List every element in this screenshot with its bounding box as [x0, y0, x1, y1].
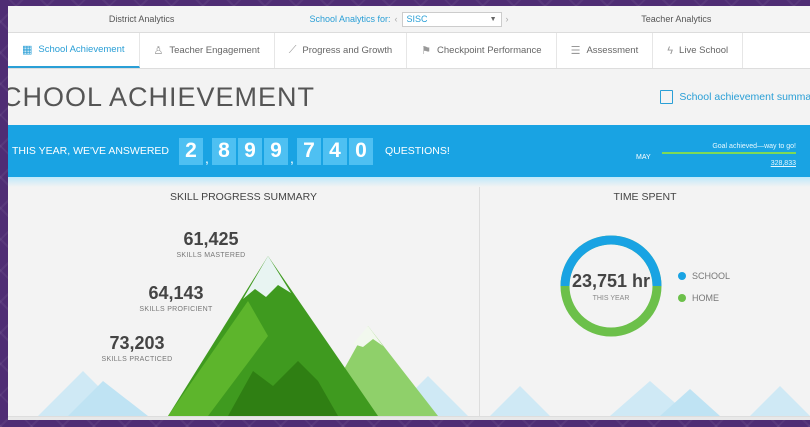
counter-digit: 4 — [323, 137, 348, 165]
counter-digit: 2 — [179, 137, 204, 165]
legend-label: SCHOOL — [692, 271, 731, 281]
banner-wave — [8, 177, 810, 187]
counter-digit: 9 — [238, 137, 263, 165]
skills-mastered-label: SKILLS MASTERED — [176, 252, 246, 259]
footer-bar — [8, 416, 810, 420]
page-title: CHOOL ACHIEVEMENT — [8, 81, 316, 112]
school-select[interactable]: SISC ▼ — [401, 11, 502, 27]
list-icon: ☰ — [570, 45, 581, 57]
skills-mastered-stat: 61,425 SKILLS MASTERED — [156, 229, 266, 259]
banner-tail-text: QUESTIONS! — [385, 145, 450, 157]
bolt-icon: ϟ — [667, 44, 674, 57]
tab-teacher-engagement[interactable]: ♙ Teacher Engagement — [140, 33, 275, 68]
skills-proficient-stat: 64,143 SKILLS PROFICIENT — [116, 283, 236, 313]
questions-counter: 2 , 8 9 9 , 7 4 0 — [179, 137, 374, 166]
goal-progress-line — [662, 152, 796, 154]
legend-item-school: SCHOOL — [678, 271, 730, 281]
growth-icon: ⟋ — [288, 44, 297, 56]
banner-lead-text: THIS YEAR, WE'VE ANSWERED — [12, 145, 170, 157]
goal-message: Goal achieved—way to go! — [712, 143, 796, 150]
questions-banner: THIS YEAR, WE'VE ANSWERED 2 , 8 9 9 , 7 … — [8, 125, 810, 177]
chevron-down-icon: ▼ — [489, 15, 497, 23]
skills-mastered-value: 61,425 — [183, 229, 239, 249]
counter-digit: 9 — [264, 137, 289, 165]
summary-link-label: School achievement summary — [679, 91, 810, 103]
skills-practiced-label: SKILLS PRACTICED — [101, 356, 173, 363]
school-achievement-summary-link[interactable]: School achievement summary — [660, 90, 810, 104]
skills-proficient-label: SKILLS PROFICIENT — [139, 306, 213, 313]
home-dot-icon — [678, 294, 686, 302]
tab-school-achievement[interactable]: ▦ School Achievement — [8, 33, 140, 68]
legend-item-home: HOME — [678, 293, 730, 303]
district-analytics-link[interactable]: District Analytics — [8, 14, 275, 24]
skills-proficient-value: 64,143 — [148, 283, 204, 303]
time-spent-subtitle: THIS YEAR — [592, 294, 630, 302]
goal-month: MAY — [636, 154, 651, 161]
counter-comma: , — [205, 149, 209, 166]
tab-bar: ▦ School Achievement ♙ Teacher Engagemen… — [8, 33, 810, 69]
skills-practiced-stat: 73,203 SKILLS PRACTICED — [82, 333, 192, 363]
prev-school-icon[interactable]: ‹ — [395, 14, 398, 24]
skill-progress-panel: SKILL PROGRESS SUMMARY 61,425 SKILLS MAS… — [8, 187, 480, 416]
school-select-value: SISC — [406, 14, 428, 24]
time-spent-value: 23,751 hr — [571, 270, 651, 291]
time-spent-donut: 23,751 hr THIS YEAR — [558, 233, 664, 339]
time-legend: SCHOOL HOME — [678, 271, 730, 315]
tab-progress-and-growth[interactable]: ⟋ Progress and Growth — [275, 33, 408, 68]
tab-checkpoint-performance[interactable]: ⚑ Checkpoint Performance — [407, 33, 557, 68]
tab-label: Teacher Engagement — [169, 45, 260, 56]
skills-practiced-value: 73,203 — [109, 333, 165, 353]
tab-live-school[interactable]: ϟ Live School — [653, 33, 744, 68]
skill-progress-title: SKILL PROGRESS SUMMARY — [169, 191, 318, 203]
tab-label: Assessment — [586, 45, 639, 56]
title-row: CHOOL ACHIEVEMENT School achievement sum… — [8, 69, 810, 125]
counter-digit: 8 — [212, 137, 237, 165]
goal-progress: MAY Goal achieved—way to go! 328,833 — [636, 137, 796, 167]
counter-comma: , — [290, 149, 294, 166]
donut-center: 23,751 hr THIS YEAR — [558, 233, 664, 339]
time-spent-panel: TIME SPENT 23,751 hr THIS YEAR SCHOOL HO… — [480, 187, 810, 416]
app-screen: District Analytics School Analytics for:… — [8, 6, 810, 420]
checkpoint-icon: ⚑ — [421, 45, 432, 57]
legend-label: HOME — [692, 293, 719, 303]
tab-assessment[interactable]: ☰ Assessment — [557, 33, 654, 68]
tab-label: Progress and Growth — [302, 45, 393, 56]
goal-number[interactable]: 328,833 — [771, 160, 796, 167]
dashboard-panels: SKILL PROGRESS SUMMARY 61,425 SKILLS MAS… — [8, 187, 810, 416]
school-analytics-selector: School Analytics for: ‹ SISC ▼ › — [275, 11, 542, 27]
counter-digit: 7 — [297, 137, 322, 165]
counter-digit: 0 — [349, 137, 374, 165]
time-spent-title: TIME SPENT — [613, 191, 677, 203]
tab-label: School Achievement — [38, 44, 125, 55]
tab-label: Live School — [679, 45, 729, 56]
people-icon: ♙ — [153, 45, 164, 57]
school-dot-icon — [678, 272, 686, 280]
document-icon — [660, 90, 674, 104]
chart-icon: ▦ — [22, 44, 33, 56]
school-analytics-label: School Analytics for: — [309, 14, 391, 24]
tab-label: Checkpoint Performance — [437, 45, 542, 56]
next-school-icon[interactable]: › — [506, 14, 509, 24]
top-nav: District Analytics School Analytics for:… — [8, 6, 810, 33]
teacher-analytics-link[interactable]: Teacher Analytics — [543, 14, 810, 24]
